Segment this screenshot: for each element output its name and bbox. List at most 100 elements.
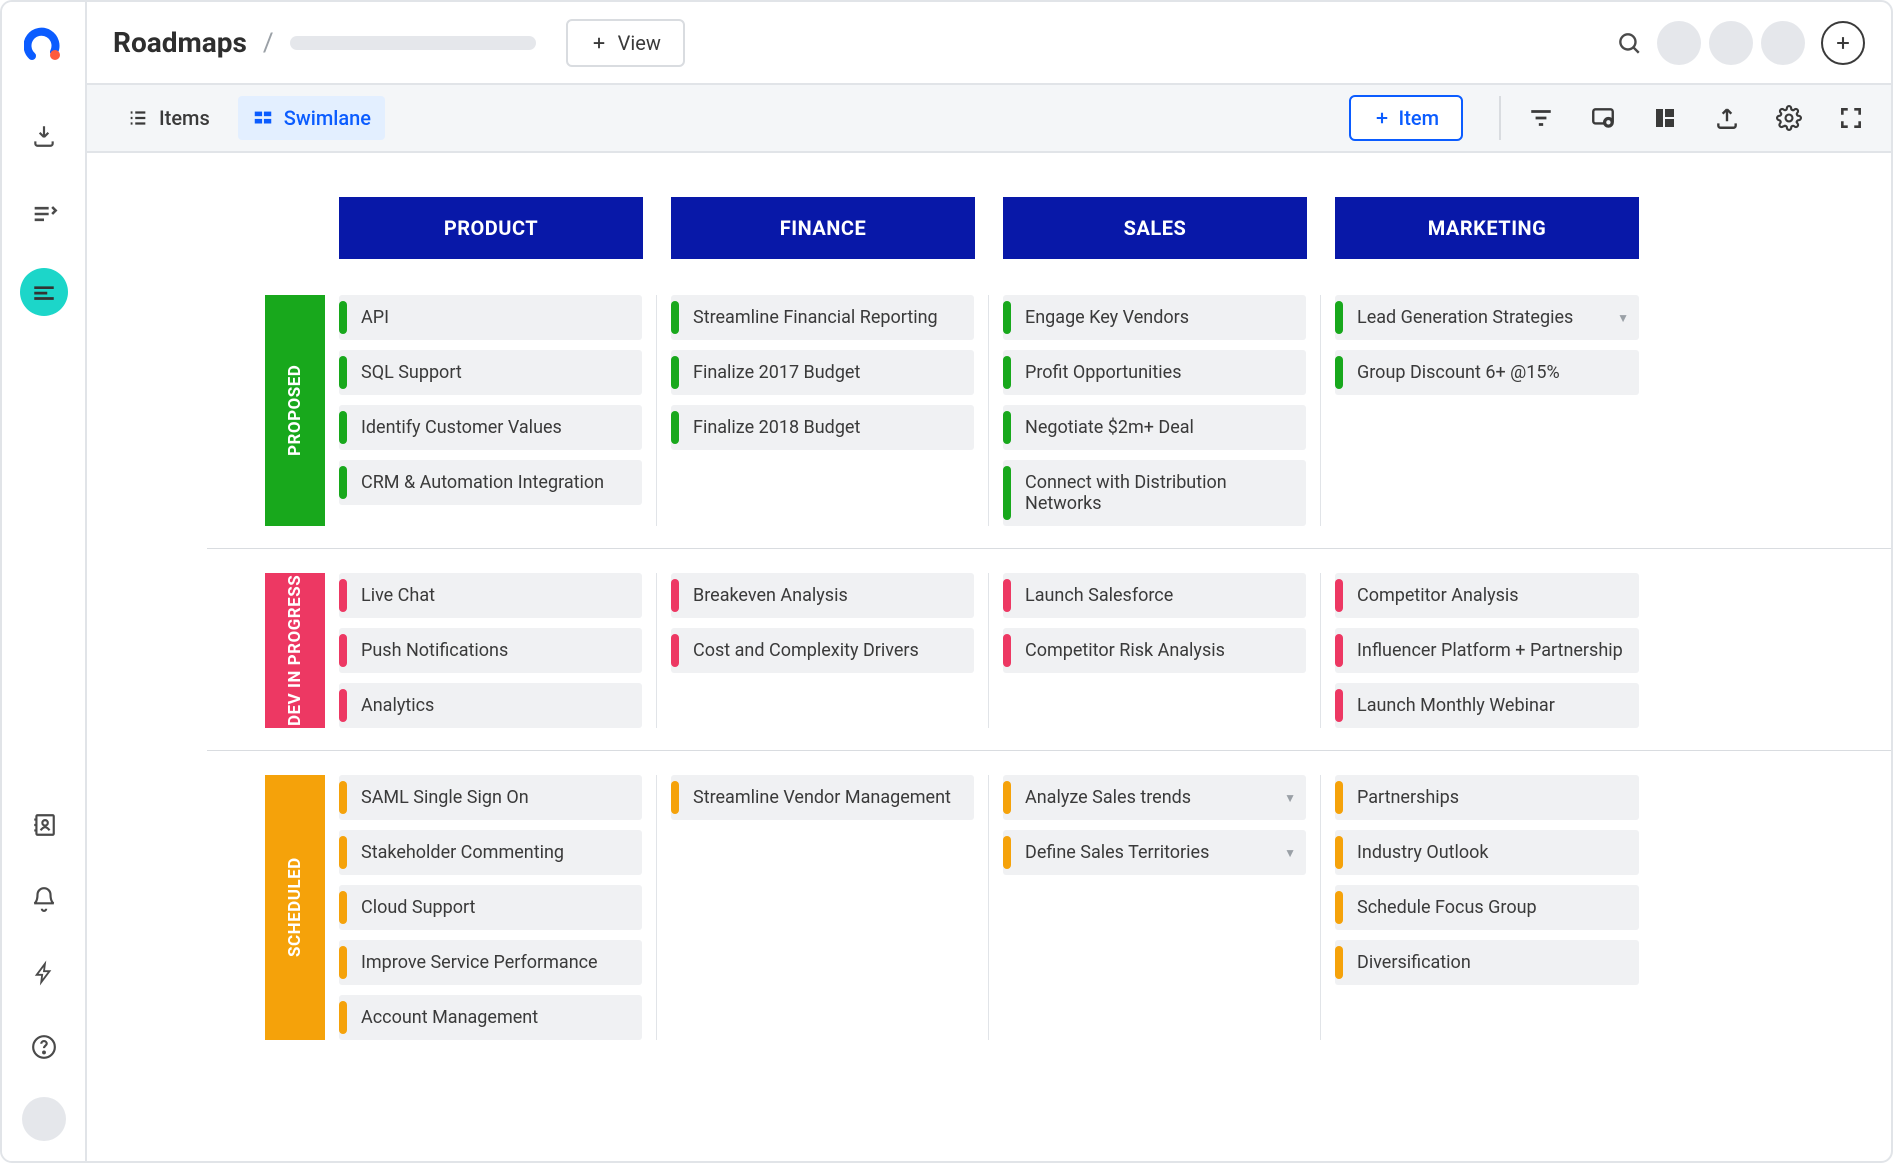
contacts-icon[interactable]: [20, 801, 68, 849]
chevron-down-icon[interactable]: ▼: [1284, 846, 1296, 860]
card-stripe: [1003, 411, 1011, 444]
page-title: Roadmaps: [113, 26, 247, 59]
card-stripe: [1335, 946, 1343, 979]
card-stripe: [339, 891, 347, 924]
filter-icon[interactable]: [1527, 104, 1555, 132]
card[interactable]: Account Management: [339, 995, 642, 1040]
card[interactable]: Competitor Analysis: [1335, 573, 1639, 618]
fullscreen-icon[interactable]: [1837, 104, 1865, 132]
list-icon[interactable]: [20, 190, 68, 238]
card[interactable]: Stakeholder Commenting: [339, 830, 642, 875]
swimlane-view-toggle[interactable]: Swimlane: [238, 96, 385, 140]
left-nav-rail: [2, 2, 87, 1161]
card-stripe: [671, 579, 679, 612]
card-title: Engage Key Vendors: [1025, 307, 1189, 328]
card[interactable]: Cost and Complexity Drivers: [671, 628, 974, 673]
card[interactable]: API: [339, 295, 642, 340]
card-stripe: [1335, 301, 1343, 334]
card[interactable]: Breakeven Analysis: [671, 573, 974, 618]
card-title: Streamline Financial Reporting: [693, 307, 938, 328]
card[interactable]: Launch Salesforce: [1003, 573, 1306, 618]
card-title: Industry Outlook: [1357, 842, 1489, 863]
card[interactable]: Launch Monthly Webinar: [1335, 683, 1639, 728]
card[interactable]: Competitor Risk Analysis: [1003, 628, 1306, 673]
add-item-button[interactable]: Item: [1349, 95, 1463, 141]
layout-icon[interactable]: [1651, 104, 1679, 132]
column-header-marketing[interactable]: MARKETING: [1335, 197, 1639, 259]
collaborator-avatar[interactable]: [1657, 21, 1701, 65]
card[interactable]: Finalize 2017 Budget: [671, 350, 974, 395]
chevron-down-icon[interactable]: ▼: [1617, 311, 1629, 325]
card[interactable]: Group Discount 6+ @15%: [1335, 350, 1639, 395]
help-icon[interactable]: [20, 1023, 68, 1071]
lane-cell: Partnerships Industry Outlook Schedule Foc…: [1321, 775, 1653, 1040]
bell-icon[interactable]: [20, 875, 68, 923]
card[interactable]: Schedule Focus Group: [1335, 885, 1639, 930]
card-title: SQL Support: [361, 362, 462, 383]
card[interactable]: Analyze Sales trends▼: [1003, 775, 1306, 820]
collaborator-avatar[interactable]: [1761, 21, 1805, 65]
bolt-icon[interactable]: [20, 949, 68, 997]
lane-label-proposed[interactable]: PROPOSED: [265, 295, 325, 526]
card[interactable]: Streamline Vendor Management: [671, 775, 974, 820]
card[interactable]: Identify Customer Values: [339, 405, 642, 450]
card-title: Identify Customer Values: [361, 417, 562, 438]
card[interactable]: SQL Support: [339, 350, 642, 395]
card-stripe: [1003, 301, 1011, 334]
card[interactable]: Push Notifications: [339, 628, 642, 673]
add-view-button[interactable]: View: [566, 19, 685, 67]
card-title: Breakeven Analysis: [693, 585, 848, 606]
swimlane-board: PRODUCT FINANCE SALES MARKETING PROPOSED…: [87, 153, 1891, 1161]
lane-cell: Engage Key Vendors Profit Opportunities Ne…: [989, 295, 1321, 526]
card[interactable]: Connect with Distribution Networks: [1003, 460, 1306, 526]
card[interactable]: Cloud Support: [339, 885, 642, 930]
card[interactable]: Profit Opportunities: [1003, 350, 1306, 395]
link-card-icon[interactable]: [1589, 104, 1617, 132]
card-stripe: [339, 466, 347, 499]
import-icon[interactable]: [20, 112, 68, 160]
card-stripe: [339, 946, 347, 979]
card[interactable]: Analytics: [339, 683, 642, 728]
collaborator-avatar[interactable]: [1709, 21, 1753, 65]
lane-cell: SAML Single Sign On Stakeholder Commentin…: [325, 775, 657, 1040]
card[interactable]: Streamline Financial Reporting: [671, 295, 974, 340]
card-title: Competitor Risk Analysis: [1025, 640, 1225, 661]
card-title: Influencer Platform + Partnership: [1357, 640, 1623, 661]
card-stripe: [339, 301, 347, 334]
card[interactable]: Partnerships: [1335, 775, 1639, 820]
card[interactable]: Live Chat: [339, 573, 642, 618]
card-title: Launch Salesforce: [1025, 585, 1173, 606]
card-stripe: [339, 411, 347, 444]
column-header-sales[interactable]: SALES: [1003, 197, 1307, 259]
user-avatar[interactable]: [22, 1097, 66, 1141]
card[interactable]: Improve Service Performance: [339, 940, 642, 985]
card[interactable]: Lead Generation Strategies▼: [1335, 295, 1639, 340]
card[interactable]: CRM & Automation Integration: [339, 460, 642, 505]
card[interactable]: Finalize 2018 Budget: [671, 405, 974, 450]
gear-icon[interactable]: [1775, 104, 1803, 132]
lane-label-dev-in-progress[interactable]: DEV IN PROGRESS: [265, 573, 325, 728]
column-header-product[interactable]: PRODUCT: [339, 197, 643, 259]
lane-cell: Streamline Financial Reporting Finalize 2…: [657, 295, 989, 526]
card[interactable]: Industry Outlook: [1335, 830, 1639, 875]
card[interactable]: Engage Key Vendors: [1003, 295, 1306, 340]
lane-cell: Competitor Analysis Influencer Platform +…: [1321, 573, 1653, 728]
card-stripe: [1003, 836, 1011, 869]
card[interactable]: Influencer Platform + Partnership: [1335, 628, 1639, 673]
swimlane-nav-icon[interactable]: [20, 268, 68, 316]
search-icon[interactable]: [1609, 23, 1649, 63]
view-toolbar: Items Swimlane Item: [87, 85, 1891, 153]
card[interactable]: SAML Single Sign On: [339, 775, 642, 820]
column-header-finance[interactable]: FINANCE: [671, 197, 975, 259]
card-stripe: [1335, 891, 1343, 924]
card[interactable]: Define Sales Territories▼: [1003, 830, 1306, 875]
roadmap-name-placeholder[interactable]: [290, 36, 536, 50]
export-icon[interactable]: [1713, 104, 1741, 132]
chevron-down-icon[interactable]: ▼: [1284, 791, 1296, 805]
lane-label-scheduled[interactable]: SCHEDULED: [265, 775, 325, 1040]
add-collaborator-button[interactable]: [1821, 21, 1865, 65]
card[interactable]: Negotiate $2m+ Deal: [1003, 405, 1306, 450]
lane-cell: Lead Generation Strategies▼ Group Discoun…: [1321, 295, 1653, 526]
items-view-toggle[interactable]: Items: [113, 96, 224, 140]
card[interactable]: Diversification: [1335, 940, 1639, 985]
